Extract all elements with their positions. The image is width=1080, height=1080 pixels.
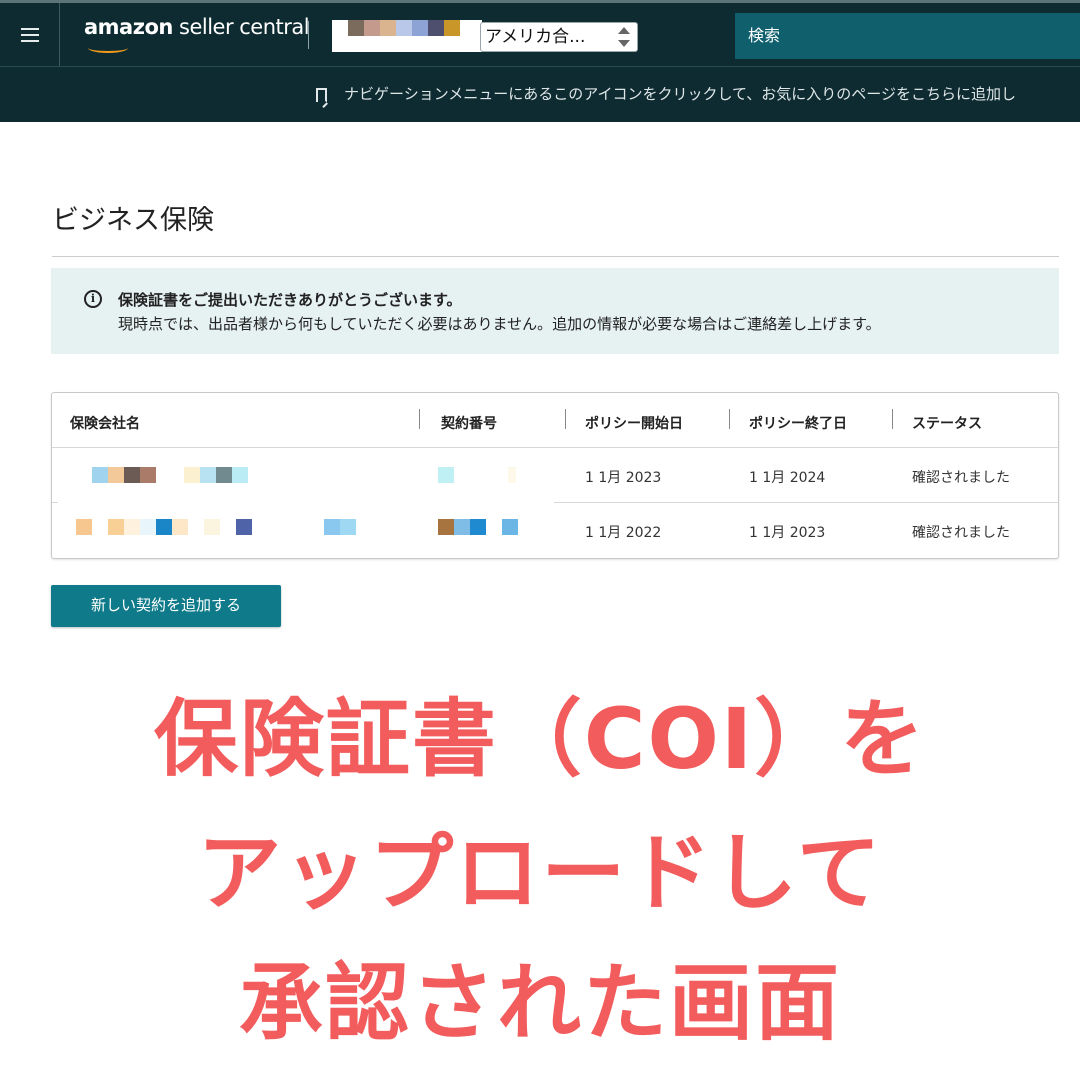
policy-table: 保険会社名 契約番号 ポリシー開始日 ポリシー終了日 ステータス 1 1月 20… <box>51 392 1059 559</box>
caption-line-1: 保険証書（COI）を <box>153 690 927 788</box>
status-text: 確認されました <box>912 525 1010 541</box>
column-divider <box>565 409 566 429</box>
top-header: amazon seller central アメリカ合... 検索 <box>0 0 1080 66</box>
caption-line-2: アップロードして <box>197 824 883 922</box>
column-header-start-date: ポリシー開始日 <box>585 416 683 432</box>
column-header-end-date: ポリシー終了日 <box>749 416 847 432</box>
favorites-hint: ナビゲーションメニューにあるこのアイコンをクリックして、お気に入りのページをこち… <box>344 85 1017 103</box>
hamburger-menu-button[interactable] <box>0 3 60 66</box>
info-icon: i <box>84 290 102 308</box>
alert-body: 現時点では、出品者様から何もしていただく必要はありません。追加の情報が必要な場合… <box>118 315 881 333</box>
caption-line-3: 承認された画面 <box>238 954 841 1052</box>
account-name-mosaic <box>348 20 460 36</box>
page-title: ビジネス保険 <box>52 205 214 236</box>
insurer-name-mosaic <box>92 467 248 483</box>
policy-start-date: 1 1月 2022 <box>585 525 662 541</box>
column-header-status: ステータス <box>912 416 982 432</box>
column-divider <box>892 409 893 429</box>
search-input[interactable]: 検索 <box>735 13 1080 59</box>
status-text: 確認されました <box>912 470 1010 486</box>
header-divider <box>308 21 309 49</box>
amazon-smile-icon <box>88 43 128 53</box>
column-divider <box>419 409 420 429</box>
marketplace-select[interactable]: アメリカ合... <box>480 22 638 52</box>
policy-start-date: 1 1月 2023 <box>585 470 662 486</box>
hamburger-icon <box>20 27 39 42</box>
info-alert: i 保険証書をご提出いただきありがとうございます。 現時点では、出品者様から何も… <box>51 268 1059 354</box>
policy-end-date: 1 1月 2024 <box>749 470 826 486</box>
column-header-contract-number: 契約番号 <box>441 416 497 432</box>
alert-title: 保険証書をご提出いただきありがとうございます。 <box>118 291 462 309</box>
search-placeholder: 検索 <box>748 26 781 45</box>
amazon-seller-central-logo[interactable]: amazon seller central <box>84 15 310 39</box>
title-divider <box>52 256 1059 257</box>
favorites-bar: ナビゲーションメニューにあるこのアイコンをクリックして、お気に入りのページをこち… <box>0 66 1080 122</box>
bookmark-icon <box>316 88 327 102</box>
insurer-name-mosaic <box>76 519 356 535</box>
contract-number-mosaic <box>438 519 518 535</box>
add-new-contract-button[interactable]: 新しい契約を追加する <box>51 585 281 627</box>
select-arrows-icon <box>615 27 633 47</box>
policy-end-date: 1 1月 2023 <box>749 525 826 541</box>
marketplace-value: アメリカ合... <box>485 27 586 47</box>
contract-number-mosaic <box>438 467 516 483</box>
column-divider <box>729 409 730 429</box>
column-header-insurer: 保険会社名 <box>70 416 140 432</box>
